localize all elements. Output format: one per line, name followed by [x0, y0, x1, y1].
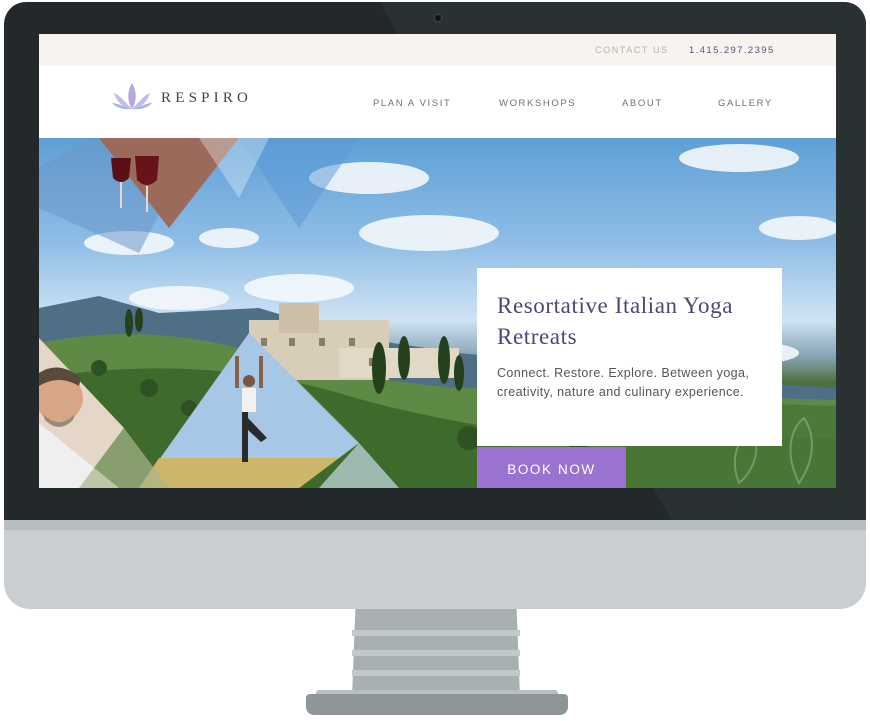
website-screen: CONTACT US 1.415.297.2395 RESPIRO PLAN A… — [39, 34, 836, 488]
book-now-button[interactable]: BOOK NOW — [477, 447, 626, 488]
contact-us-link[interactable]: CONTACT US — [595, 45, 669, 55]
hero-banner: Resortative Italian Yoga Retreats Connec… — [39, 138, 836, 488]
nav-about[interactable]: ABOUT — [622, 98, 663, 109]
monitor-chin — [4, 520, 866, 609]
hero-subtitle: Connect. Restore. Explore. Between yoga,… — [497, 366, 750, 399]
hero-title: Resortative Italian Yoga Retreats — [497, 293, 734, 349]
site-header: RESPIRO PLAN A VISIT WORKSHOPS ABOUT GAL… — [39, 66, 836, 138]
nav-plan-a-visit[interactable]: PLAN A VISIT — [373, 98, 451, 109]
stand-band — [352, 650, 520, 656]
brand-name[interactable]: RESPIRO — [161, 90, 252, 107]
hero-text-card: Resortative Italian Yoga Retreats Connec… — [477, 268, 782, 446]
lotus-logo-icon[interactable] — [111, 81, 153, 111]
nav-workshops[interactable]: WORKSHOPS — [499, 98, 576, 109]
webcam-icon — [434, 14, 442, 22]
monitor-stand-foot — [306, 694, 568, 715]
stand-band — [352, 630, 520, 636]
stand-band — [352, 670, 520, 676]
chin-shadow — [4, 520, 866, 530]
phone-number-link[interactable]: 1.415.297.2395 — [689, 45, 775, 56]
top-utility-bar: CONTACT US 1.415.297.2395 — [39, 34, 836, 66]
nav-gallery[interactable]: GALLERY — [718, 98, 773, 109]
